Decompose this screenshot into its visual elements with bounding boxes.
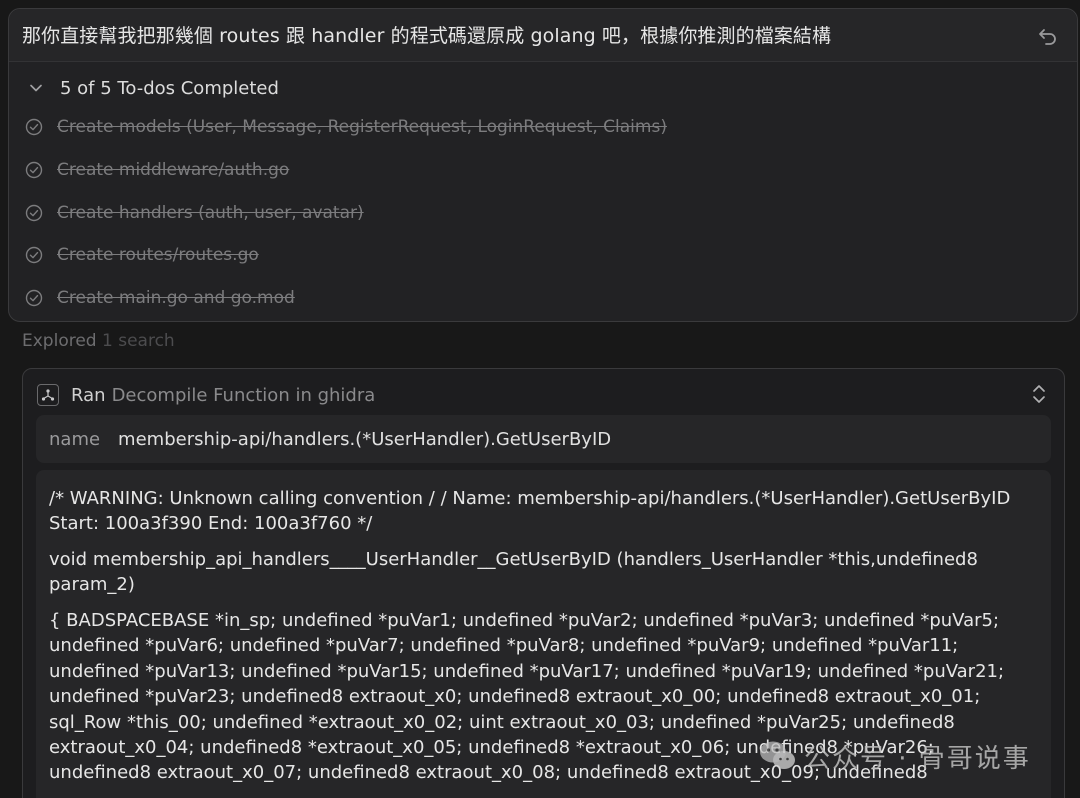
param-row: name membership-api/handlers.(*UserHandl… [36, 415, 1051, 463]
expand-collapse-icon[interactable] [1030, 383, 1048, 405]
tool-status: Ran [71, 384, 106, 406]
param-key: name [49, 428, 101, 450]
param-value: membership-api/handlers.(*UserHandler).G… [118, 428, 612, 450]
undo-icon[interactable] [1037, 24, 1059, 46]
watermark: 公众号 · 骨哥说事 [758, 738, 1031, 774]
todo-label: Create handlers (auth, user, avatar) [57, 203, 364, 223]
prompt-text[interactable]: 那你直接幫我把那幾個 routes 跟 handler 的程式碼還原成 gola… [22, 21, 831, 48]
todo-label: Create main.go and go.mod [57, 288, 295, 308]
check-circle-icon [25, 161, 43, 179]
todo-item: Create handlers (auth, user, avatar) [25, 200, 364, 226]
mcp-tool-icon [37, 384, 59, 406]
prompt-panel: 那你直接幫我把那幾個 routes 跟 handler 的程式碼還原成 gola… [8, 8, 1078, 322]
todos-header[interactable]: 5 of 5 To-dos Completed [25, 75, 279, 101]
check-circle-icon [25, 289, 43, 307]
explored-prefix: Explored [22, 331, 97, 351]
check-circle-icon [25, 204, 43, 222]
tool-description: Decompile Function in ghidra [111, 384, 376, 406]
todo-item: Create main.go and go.mod [25, 285, 295, 311]
app-window: 那你直接幫我把那幾個 routes 跟 handler 的程式碼還原成 gola… [0, 0, 1080, 798]
explored-count: 1 search [102, 331, 175, 351]
chevron-down-icon[interactable] [28, 80, 44, 96]
wechat-icon [760, 741, 795, 769]
check-circle-icon [25, 246, 43, 264]
todo-label: Create models (User, Message, RegisterRe… [57, 117, 667, 137]
todo-item: Create middleware/auth.go [25, 157, 289, 183]
output-line: void membership_api_handlers____UserHand… [49, 549, 978, 596]
todos-title: 5 of 5 To-dos Completed [60, 77, 279, 99]
todo-label: Create middleware/auth.go [57, 160, 290, 180]
tool-call-header[interactable]: Ran Decompile Function in ghidra [37, 383, 375, 407]
tool-call-card: Ran Decompile Function in ghidra name me… [22, 368, 1065, 798]
explored-summary[interactable]: Explored 1 search [22, 331, 175, 351]
todo-item: Create models (User, Message, RegisterRe… [25, 114, 667, 140]
watermark-text: 公众号 · 骨哥说事 [804, 743, 1031, 774]
todo-item: Create routes/routes.go [25, 242, 259, 268]
prompt-row[interactable]: 那你直接幫我把那幾個 routes 跟 handler 的程式碼還原成 gola… [9, 9, 1077, 62]
tool-icon [41, 389, 55, 401]
check-circle-icon [25, 118, 43, 136]
output-line: /* WARNING: Unknown calling convention /… [49, 488, 1011, 535]
todo-label: Create routes/routes.go [57, 245, 259, 265]
